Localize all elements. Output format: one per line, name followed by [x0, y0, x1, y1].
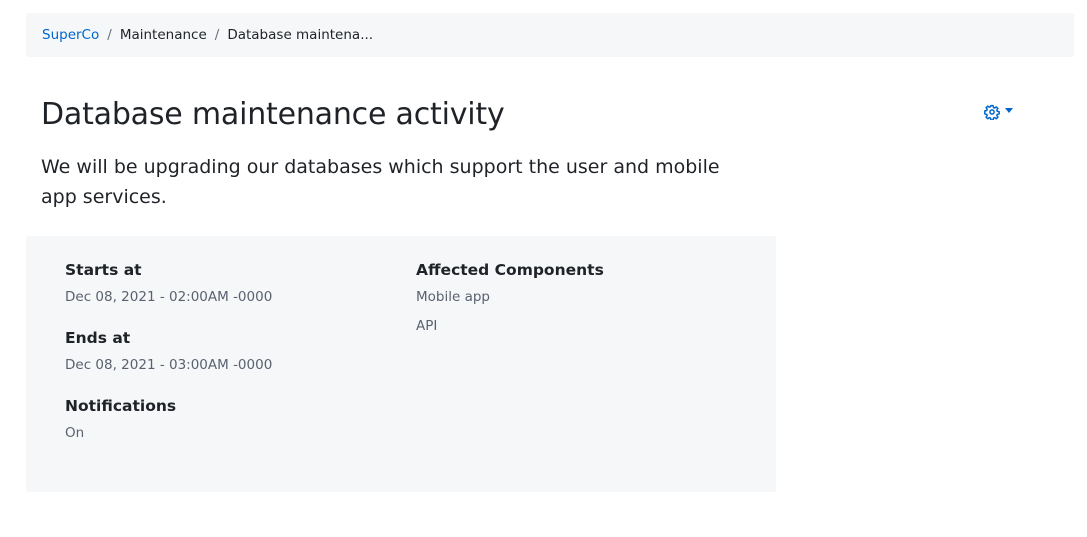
starts-at-field: Starts at Dec 08, 2021 - 02:00AM -0000	[65, 260, 272, 306]
settings-dropdown-button[interactable]	[984, 104, 1013, 120]
gear-icon	[984, 104, 1000, 120]
chevron-down-icon	[1005, 107, 1013, 113]
starts-at-value: Dec 08, 2021 - 02:00AM -0000	[65, 289, 273, 305]
ends-at-field: Ends at Dec 08, 2021 - 03:00AM -0000	[65, 328, 272, 374]
notifications-field: Notifications On	[65, 396, 272, 442]
maintenance-details-panel: Starts at Dec 08, 2021 - 02:00AM -0000 E…	[26, 236, 776, 492]
ends-at-label: Ends at	[65, 329, 131, 347]
affected-components-label: Affected Components	[416, 261, 604, 279]
page-description: We will be upgrading our databases which…	[41, 156, 720, 208]
starts-at-label: Starts at	[65, 261, 142, 279]
breadcrumb: SuperCo / Maintenance / Database mainten…	[26, 13, 1074, 57]
breadcrumb-item-current: Database maintena...	[227, 27, 374, 43]
schedule-column: Starts at Dec 08, 2021 - 02:00AM -0000 E…	[65, 260, 272, 464]
page-title: Database maintenance activity	[41, 97, 505, 132]
list-item: Mobile app	[416, 289, 490, 305]
notifications-label: Notifications	[65, 397, 177, 415]
breadcrumb-separator: /	[107, 27, 112, 43]
notifications-value: On	[65, 425, 85, 441]
list-item: API	[416, 318, 438, 334]
breadcrumb-item-maintenance[interactable]: Maintenance	[120, 27, 207, 43]
affected-components-column: Affected Components Mobile app API	[416, 260, 604, 346]
breadcrumb-link-superco[interactable]: SuperCo	[42, 27, 99, 43]
ends-at-value: Dec 08, 2021 - 03:00AM -0000	[65, 357, 273, 373]
breadcrumb-separator: /	[214, 27, 220, 43]
